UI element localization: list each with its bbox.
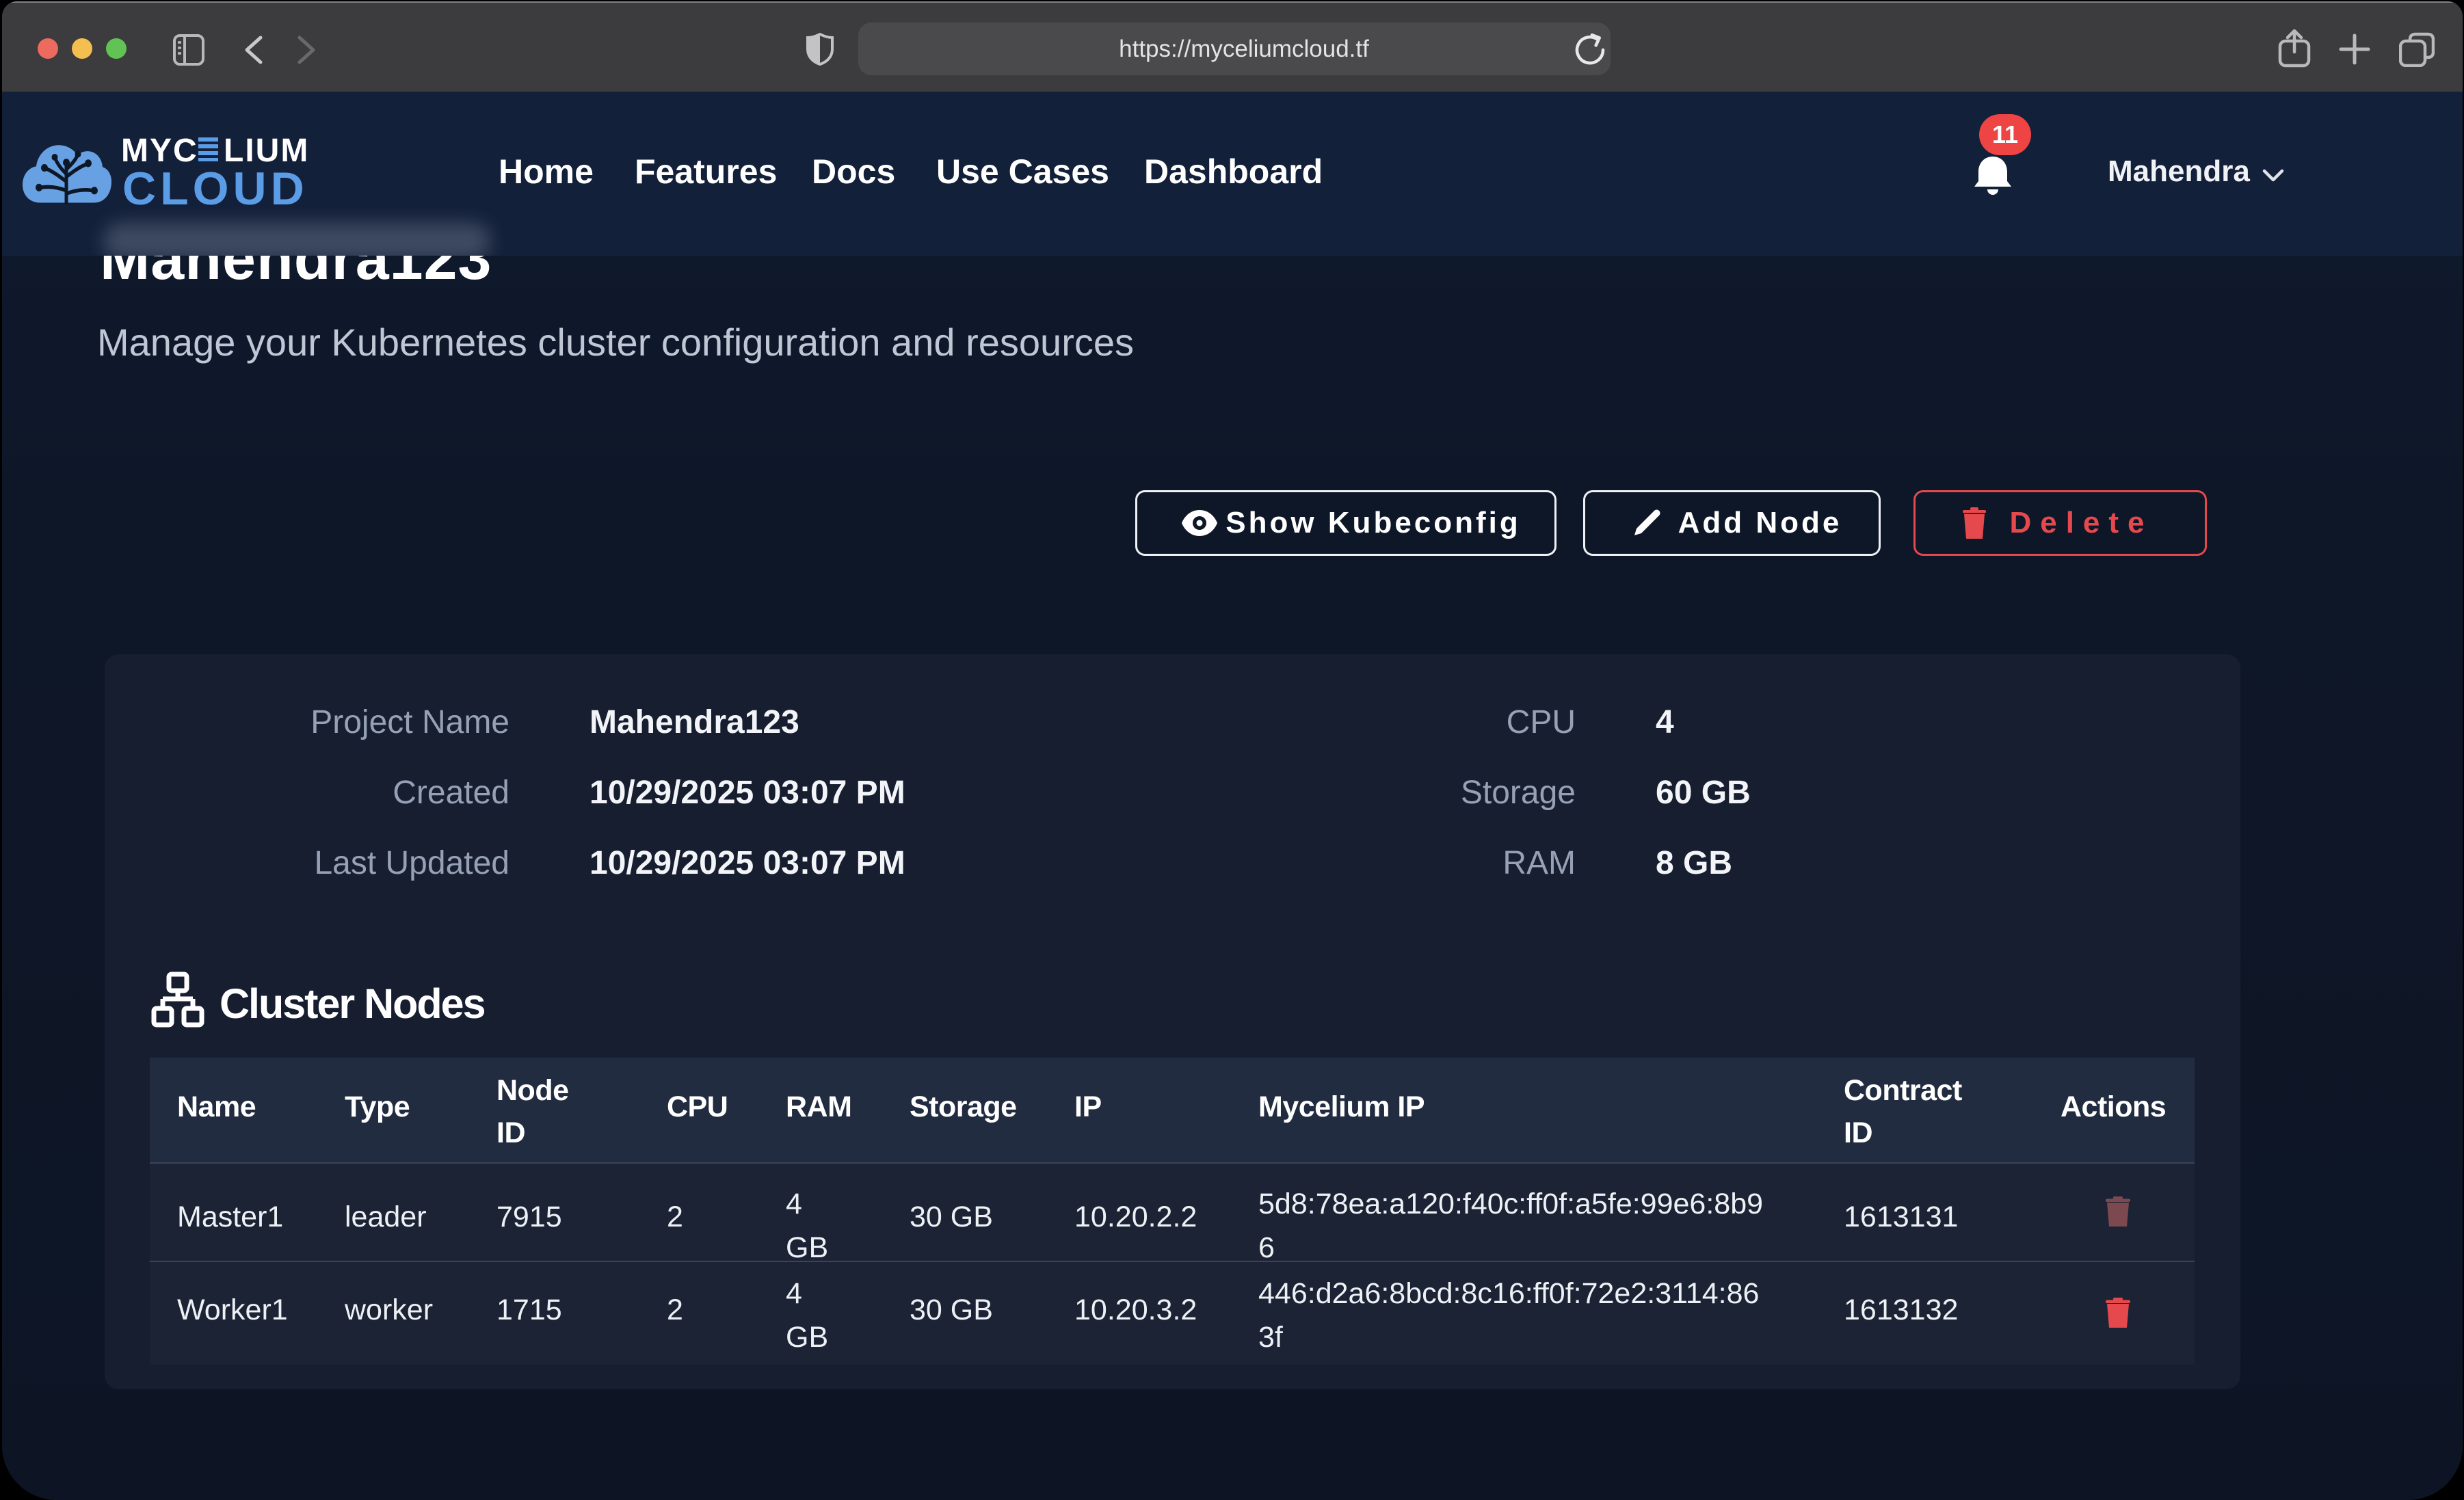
svg-text:CLOUD: CLOUD [122,163,308,212]
